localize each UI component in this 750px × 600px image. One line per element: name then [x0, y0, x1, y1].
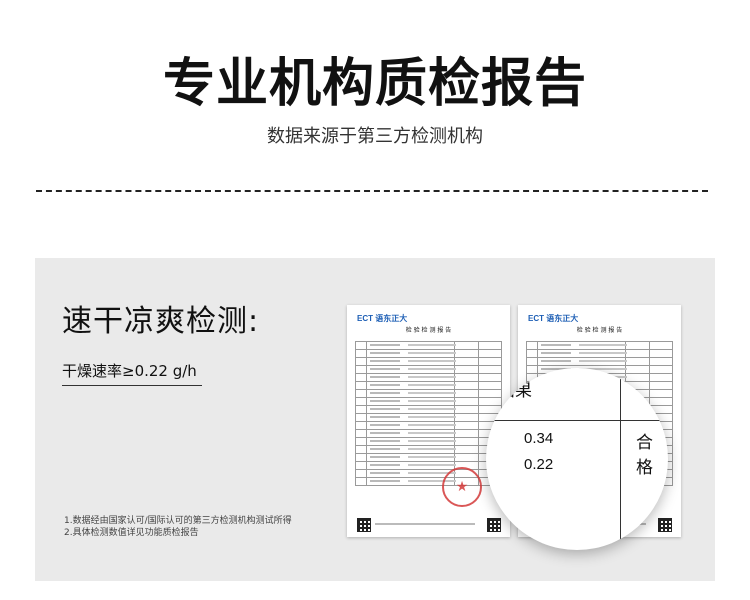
footnote-2: 2.具体检测数值详见功能质检报告: [64, 528, 199, 538]
report-footer-line: [375, 523, 475, 525]
result-value: 0.34: [524, 430, 554, 447]
ect-logo: ECT 语东正大: [357, 314, 408, 323]
report-title: 检 验 检 测 报 告: [576, 327, 623, 334]
qr-code-icon: [357, 518, 371, 532]
qr-code-icon: [658, 518, 672, 532]
dashed-divider: [36, 190, 708, 192]
page-subtitle: 数据来源于第三方检测机构: [267, 126, 483, 147]
qr-code-icon: [487, 518, 501, 532]
result-label: 结果: [498, 381, 532, 401]
ect-logo: ECT 语东正大: [528, 314, 579, 323]
report-table: [355, 341, 502, 486]
test-report-left: ECT 语东正大 检 验 检 测 报 告 ★: [347, 305, 510, 537]
magnifier-lens: 结果 合格 0.34 0.22: [486, 368, 668, 550]
pass-label: 合格: [636, 433, 653, 478]
report-title: 检 验 检 测 报 告: [405, 327, 452, 334]
rate-underline: [62, 385, 202, 386]
footnote-1: 1.数据经由国家认可/国际认可的第三方检测机构测试所得: [64, 516, 292, 526]
section-heading: 速干凉爽检测:: [62, 304, 260, 339]
page-title: 专业机构质检报告: [162, 54, 587, 114]
table-line: [486, 420, 668, 421]
table-line: [620, 368, 621, 550]
result-value: 0.22: [524, 456, 554, 473]
red-seal-stamp: ★: [442, 467, 482, 507]
drying-rate-label: 干燥速率≥0.22 g/h: [62, 362, 197, 380]
